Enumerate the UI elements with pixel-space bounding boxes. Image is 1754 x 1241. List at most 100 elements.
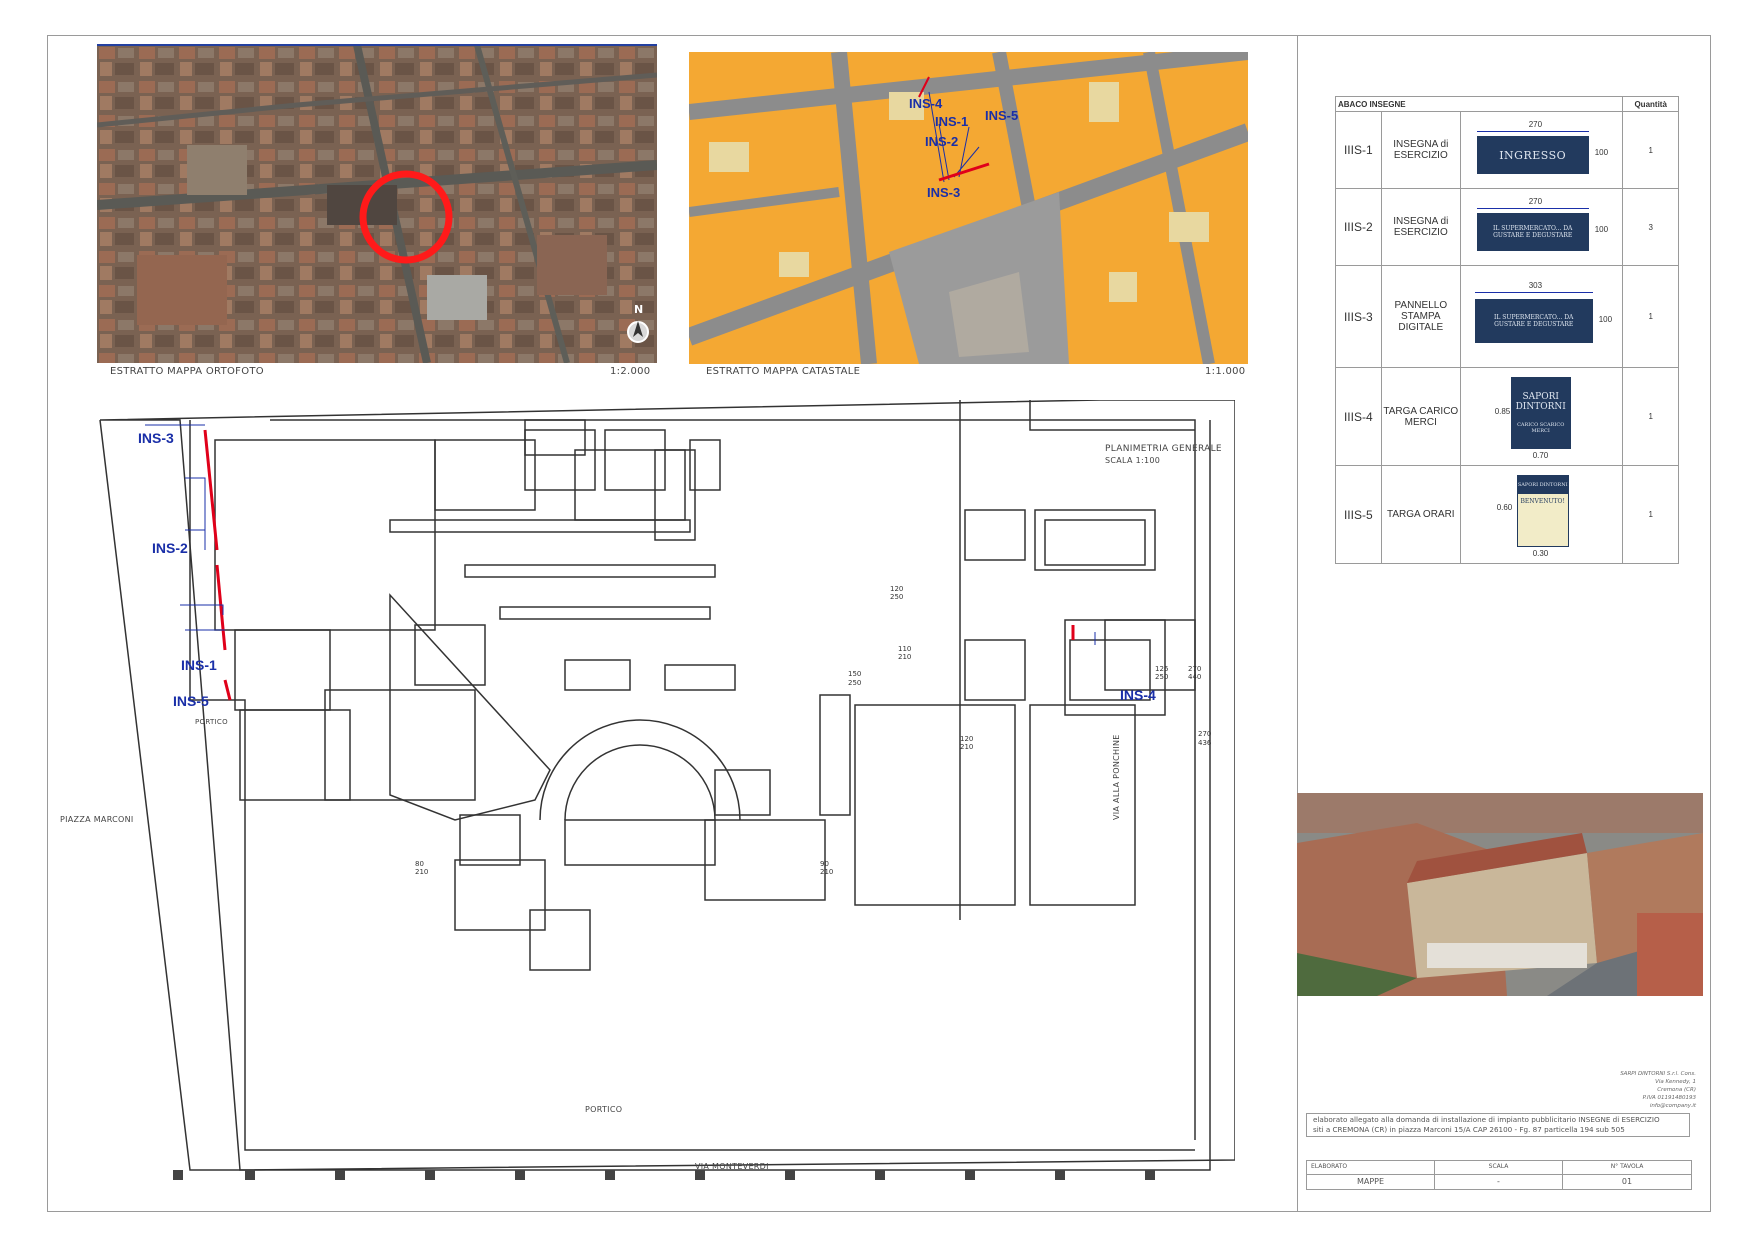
tb-value-scala: - [1435,1174,1563,1189]
sign-width: 303 [1528,280,1543,290]
abaco-qty: 3 [1622,188,1679,266]
cat-label-ins1: INS-1 [935,114,969,129]
street-bottom: VIA MONTEVERDI [695,1162,769,1171]
title-block: SARPI DINTORNI S.r.l. Cons. Via Kennedy,… [1306,1070,1696,1190]
cat-label-ins3: INS-3 [927,185,961,200]
sign-height: 100 [1594,148,1609,157]
sign-height: 100 [1594,225,1609,234]
dim-label: 110 [898,645,912,653]
sign-preview: IL SUPERMERCATO... DA GUSTARE E DEGUSTAR… [1474,298,1593,343]
plan-ins3: INS-3 [138,430,174,446]
catastale-map: INS-4 INS-1 INS-5 INS-2 INS-3 [689,52,1248,364]
cat-label-ins2: INS-2 [925,134,959,149]
dim-label: 250 [1155,673,1169,681]
abaco-row: IIIS-4 TARGA CARICO MERCI 0.85 SAPORI DI… [1335,367,1679,466]
abaco-sign-cell: 0.85 SAPORI DINTORNI CARICO SCARICO MERC… [1460,367,1624,466]
abaco-row: IIIS-3 PANNELLO STAMPA DIGITALE 303 IL S… [1335,265,1679,368]
sign-height: 100 [1598,314,1613,324]
plan-scale: SCALA 1:100 [1105,456,1161,465]
sign-preview: SAPORI DINTORNI CARICO SCARICO MERCI [1510,376,1571,449]
abaco-sign-cell: 270 INGRESSO 100 [1460,111,1624,189]
plan-ins1: INS-1 [181,657,217,673]
catastale-caption: ESTRATTO MAPPA CATASTALE [706,366,861,377]
dim-label: 150 [848,670,862,678]
tb-value-tavola: 01 [1621,1176,1633,1186]
abaco-code: IIIS-3 [1335,265,1382,368]
tb-header-elaborato: ELABORATO [1307,1161,1435,1175]
tb-value-elaborato: MAPPE [1307,1174,1435,1189]
abaco-code: IIIS-2 [1335,188,1382,266]
dim-label: 250 [890,593,904,601]
dim-label: 90 [820,860,829,868]
tb-header-scala: SCALA [1435,1161,1563,1175]
dim-label: 80 [415,860,424,868]
abaco-row: IIIS-1 INSEGNA di ESERCIZIO 270 INGRESSO… [1335,111,1679,189]
plan-ins2: INS-2 [152,540,188,556]
abaco-table: ABACO INSEGNE Quantità IIIS-1 INSEGNA di… [1334,96,1679,564]
dim-label: 440 [1188,673,1202,681]
portico-bottom: PORTICO [585,1105,623,1114]
plan-title: PLANIMETRIA GENERALE [1105,444,1222,454]
sign-preview: SAPORI DINTORNI BENVENUTO! [1516,474,1569,547]
plan-ins4: INS-4 [1120,687,1156,703]
dim-label: 270 [1198,730,1212,738]
cat-label-ins4: INS-4 [909,96,943,111]
north-arrow-icon [627,321,649,343]
street-right: VIA ALLA PONCHINE [1112,734,1121,820]
sign-height: 0.60 [1496,502,1513,512]
sign-width: 0.30 [1532,548,1549,558]
abaco-desc: INSEGNA di ESERCIZIO [1380,111,1462,189]
dim-label: 436 [1198,739,1212,747]
abaco-desc: INSEGNA di ESERCIZIO [1380,188,1462,266]
sign-preview: INGRESSO [1476,136,1589,174]
title-column-divider [1297,35,1298,1211]
abaco-sign-cell: 270 IL SUPERMERCATO... DA GUSTARE E DEGU… [1460,188,1624,266]
north-label: N [634,303,644,316]
abaco-row: IIIS-2 INSEGNA di ESERCIZIO 270 IL SUPER… [1335,188,1679,266]
ortofoto-top-line [97,44,657,46]
dim-label: 120 [960,735,974,743]
abaco-desc: PANNELLO STAMPA DIGITALE [1380,265,1462,368]
sign-width: 270 [1528,197,1543,206]
catastale-scale: 1:1.000 [1205,366,1246,377]
ortofoto-caption: ESTRATTO MAPPA ORTOFOTO [110,366,264,377]
abaco-qty: 1 [1622,111,1679,189]
abaco-desc: TARGA ORARI [1380,465,1462,564]
sign-height: 0.85 [1494,406,1511,416]
company-info: SARPI DINTORNI S.r.l. Cons. Via Kennedy,… [1620,1071,1696,1109]
abaco-row: IIIS-5 TARGA ORARI 0.60 SAPORI DINTORNI … [1335,465,1679,564]
street-left: PIAZZA MARCONI [60,815,134,824]
floor-plan-drawing [99,400,1235,1180]
sign-width: 270 [1528,120,1543,129]
aerial-photo [1297,793,1703,996]
dim-label: 210 [898,653,912,661]
abaco-qty: 1 [1622,265,1679,368]
ortofoto-scale: 1:2.000 [610,366,651,377]
abaco-code: IIIS-5 [1335,465,1382,564]
portico-left: PORTICO [195,718,228,726]
abaco-qty: 1 [1622,465,1679,564]
abaco-qty-header: Quantità [1622,96,1679,112]
plan-ins5: INS-5 [173,693,209,709]
tb-header-tavola: N° TAVOLA [1563,1161,1691,1175]
ortofoto-map: N [97,45,657,363]
abaco-qty: 1 [1622,367,1679,466]
dim-label: 210 [820,868,834,876]
dim-label: 250 [848,679,862,687]
abaco-code: IIIS-4 [1335,367,1382,466]
abaco-sign-cell: 303 IL SUPERMERCATO... DA GUSTARE E DEGU… [1460,265,1624,368]
sign-preview: IL SUPERMERCATO... DA GUSTARE E DEGUSTAR… [1476,213,1589,251]
dim-label: 210 [415,868,429,876]
sign-width: 0.70 [1532,450,1549,460]
project-description: elaborato allegato alla domanda di insta… [1306,1113,1690,1137]
cat-label-ins5: INS-5 [985,108,1019,123]
abaco-sign-cell: 0.60 SAPORI DINTORNI BENVENUTO! 0.30 [1460,465,1624,564]
dim-label: 120 [890,585,904,593]
title-block-grid: ELABORATO SCALA N° TAVOLA MAPPE - 01 [1306,1160,1692,1190]
abaco-code: IIIS-1 [1335,111,1382,189]
dim-label: 210 [960,743,974,751]
floor-plan: INS-3 INS-2 INS-1 INS-5 INS-4 PLANIMETRI… [60,400,1235,1180]
abaco-title: ABACO INSEGNE [1334,96,1624,112]
dim-label: 270 [1188,665,1202,673]
dim-label: 126 [1155,665,1169,673]
